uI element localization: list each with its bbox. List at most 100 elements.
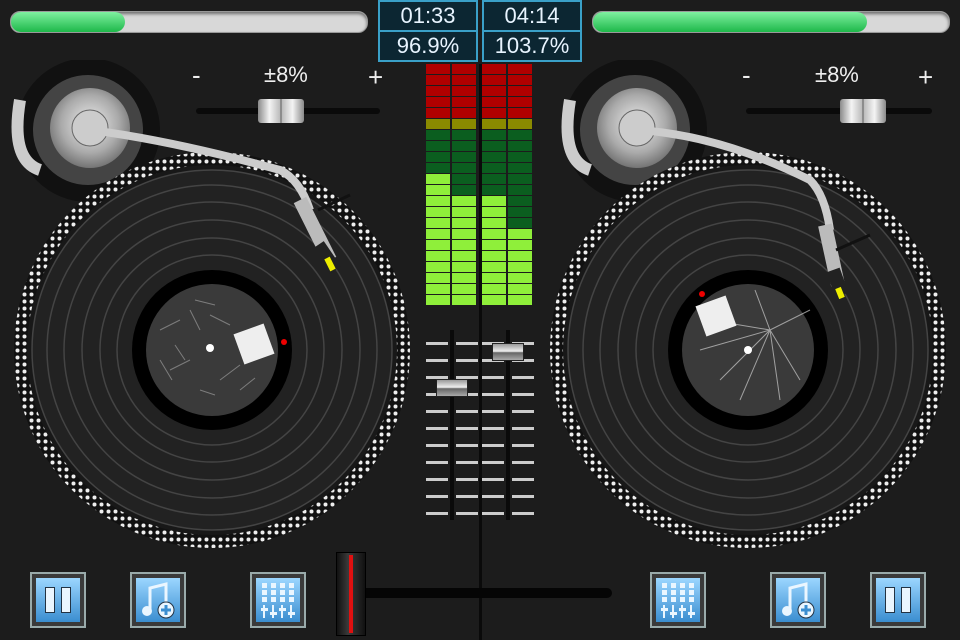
fader-tick [456,427,478,430]
fader-tick [456,410,478,413]
left-add-music-button[interactable] [130,572,186,628]
fader-tick [456,461,478,464]
fader-tick [512,376,534,379]
vu-segment [508,185,532,195]
vu-segment [426,163,450,173]
sampler-grid-icon [261,583,295,618]
fader-tick [512,512,534,515]
vu-segment [508,273,532,283]
fader-tick [512,461,534,464]
vu-segment [482,97,506,107]
vu-segment [482,262,506,272]
left-time-readout: 01:33 [378,0,478,32]
vu-segment [482,218,506,228]
vu-segment [508,207,532,217]
fader-tick [456,342,478,345]
fader-tick [512,444,534,447]
right-pause-button[interactable] [870,572,926,628]
fader-tick [426,444,448,447]
vu-segment [452,196,476,206]
right-pitch-readout: 103.7% [482,30,582,62]
vu-segment [508,240,532,250]
left-spindle [206,344,214,352]
fader-tick [482,444,504,447]
fader-tick [426,512,448,515]
vu-segment [426,295,450,305]
right-sampler-button[interactable] [650,572,706,628]
vu-segment [426,262,450,272]
vu-segment [508,119,532,129]
right-track-progress[interactable] [592,11,950,33]
vu-segment [426,75,450,85]
vu-segment [426,119,450,129]
fader-tick [512,495,534,498]
vu-segment [508,262,532,272]
sampler-grid-icon [661,583,695,618]
right-progress-fill [593,12,868,32]
fader-tick [426,342,448,345]
vu-segment [482,240,506,250]
vu-segment [508,97,532,107]
vu-segment [426,130,450,140]
left-progress-fill [11,12,125,32]
vu-segment [426,196,450,206]
fader-tick [482,427,504,430]
fader-tick [456,478,478,481]
left-track-progress[interactable] [10,11,368,33]
vu-segment [482,75,506,85]
left-turntable[interactable] [0,60,420,560]
vu-segment [482,273,506,283]
vu-segment [426,152,450,162]
right-add-music-button[interactable] [770,572,826,628]
vu-segment [452,295,476,305]
vu-segment [452,207,476,217]
fader-tick [456,359,478,362]
vu-segment [508,196,532,206]
left-channel-fader-slot[interactable] [450,330,454,520]
vu-segment [452,284,476,294]
vu-segment [508,64,532,74]
vu-segment [482,152,506,162]
crossfader-knob[interactable] [336,552,366,636]
left-pitch-readout: 96.9% [378,30,478,62]
fader-tick [512,478,534,481]
vu-segment [508,251,532,261]
right-spindle [744,346,752,354]
left-sampler-button[interactable] [250,572,306,628]
vu-segment [426,229,450,239]
vu-segment [482,185,506,195]
vu-segment [508,75,532,85]
fader-tick [482,376,504,379]
left-pause-button[interactable] [30,572,86,628]
vu-segment [482,207,506,217]
vu-segment [508,141,532,151]
vu-segment [426,218,450,228]
vu-segment [452,262,476,272]
left-channel-fader-cap[interactable] [436,379,468,397]
vu-segment [426,64,450,74]
vu-segment [426,251,450,261]
vu-segment [452,86,476,96]
vu-segment [508,152,532,162]
fader-tick [426,410,448,413]
vu-segment [452,240,476,250]
vu-segment [452,141,476,151]
vu-segment [426,240,450,250]
vu-segment [482,130,506,140]
fader-tick [482,512,504,515]
vu-segment [482,295,506,305]
fader-tick [456,444,478,447]
vu-segment [426,273,450,283]
vu-segment [482,108,506,118]
vu-segment [508,163,532,173]
crossfader-track[interactable] [340,588,612,598]
right-turntable[interactable] [540,60,960,560]
fader-tick [456,495,478,498]
fader-tick [456,512,478,515]
vu-segment [508,284,532,294]
right-channel-fader-cap[interactable] [492,343,524,361]
vu-segment [508,86,532,96]
vu-segment [452,64,476,74]
vu-segment [452,152,476,162]
fader-tick [426,427,448,430]
